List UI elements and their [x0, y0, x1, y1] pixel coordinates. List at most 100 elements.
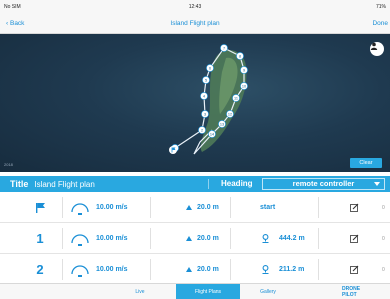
- row-divider: [318, 228, 319, 249]
- mountain-icon: [186, 205, 192, 210]
- row-divider: [62, 259, 63, 280]
- tab-live[interactable]: Live: [100, 284, 180, 299]
- map-waypoint-label: 4: [203, 94, 205, 98]
- speed-gauge-icon: [71, 234, 89, 246]
- waypoint-row-1[interactable]: 1 10.00 m/s 20.0 m 444.2 m 0: [0, 223, 390, 254]
- distance-value: start: [260, 204, 276, 211]
- map-waypoint-marker[interactable]: 5: [202, 76, 210, 84]
- map-waypoint-label: 11: [234, 96, 238, 100]
- row-divider: [230, 259, 231, 280]
- altitude-value: 20.0 m: [197, 235, 219, 242]
- row-divider: [230, 228, 231, 249]
- heading-value: remote controller: [292, 179, 355, 188]
- row-divider: [150, 228, 151, 249]
- waypoint-row-start[interactable]: 10.00 m/s 20.0 m start 0: [0, 192, 390, 223]
- map-waypoint-label: 10: [242, 84, 246, 88]
- altitude-value: 20.0 m: [197, 204, 219, 211]
- row-divider: [62, 197, 63, 218]
- row-divider: [150, 197, 151, 218]
- altitude-cell[interactable]: 20.0 m: [186, 254, 219, 285]
- row-divider: [230, 197, 231, 218]
- map-waypoint-marker[interactable]: 14: [208, 130, 216, 138]
- map-waypoint-label: 5: [205, 78, 207, 82]
- waypoint-number: 2: [36, 262, 44, 277]
- location-pin-icon: [262, 234, 269, 243]
- map-waypoint-marker[interactable]: 2: [198, 126, 206, 134]
- map-start-flag[interactable]: [169, 146, 177, 154]
- distance-cell: 211.2 m: [262, 254, 304, 285]
- title-input[interactable]: Island Flight plan: [34, 180, 94, 189]
- chevron-down-icon: [374, 182, 380, 186]
- map-credit: 2018: [4, 162, 13, 167]
- speed-gauge-icon: [71, 265, 89, 277]
- distance-value: 211.2 m: [279, 266, 305, 273]
- map-waypoint-marker[interactable]: 11: [232, 94, 240, 102]
- row-divider: [318, 197, 319, 218]
- heading-select[interactable]: remote controller: [262, 178, 385, 190]
- map-waypoint-marker[interactable]: 8: [236, 52, 244, 60]
- map-waypoint-marker[interactable]: 3: [201, 110, 209, 118]
- done-button[interactable]: Done: [372, 20, 388, 27]
- page-title: Island Flight plan: [170, 20, 220, 27]
- map-waypoint-marker[interactable]: 10: [240, 82, 248, 90]
- row-extra: 0: [382, 235, 385, 242]
- speed-gauge-icon: [71, 203, 89, 215]
- nav-bar: ‹ Back Island Flight plan Done: [0, 14, 390, 34]
- tab-flight-plans[interactable]: Flight Plans: [176, 284, 240, 299]
- row-divider: [62, 228, 63, 249]
- edit-button[interactable]: [350, 223, 360, 254]
- user-location-button[interactable]: [370, 42, 384, 56]
- map-waypoint-label: 9: [243, 68, 245, 72]
- row-divider: [318, 259, 319, 280]
- heading-label: Heading: [221, 179, 253, 188]
- map-waypoint-label: 14: [210, 132, 214, 136]
- row-divider: [150, 259, 151, 280]
- map-waypoint-label: 8: [239, 54, 241, 58]
- speed-value[interactable]: 10.00 m/s: [96, 254, 128, 285]
- edit-icon: [350, 203, 359, 212]
- brand-logo: DRONE PILOT: [342, 286, 360, 298]
- distance-value: 444.2 m: [279, 235, 305, 242]
- flag-icon: [35, 203, 45, 213]
- map-view[interactable]: 1234567891011121314 Clear 2018: [0, 34, 390, 172]
- header-divider: [208, 179, 209, 189]
- map-waypoint-marker[interactable]: 4: [200, 92, 208, 100]
- waypoint-markers: 1234567891011121314: [169, 44, 248, 154]
- mountain-icon: [186, 236, 192, 241]
- clock: 12:43: [188, 4, 202, 10]
- map-waypoint-label: 7: [223, 46, 225, 50]
- altitude-value: 20.0 m: [197, 266, 219, 273]
- location-pin-icon: [262, 265, 269, 274]
- altitude-cell[interactable]: 20.0 m: [186, 223, 219, 254]
- altitude-cell[interactable]: 20.0 m: [186, 192, 219, 223]
- status-bar: No SIM 12:43 71%: [0, 0, 390, 14]
- map-waypoint-marker[interactable]: 12: [226, 110, 234, 118]
- waypoint-row-2[interactable]: 2 10.00 m/s 20.0 m 211.2 m 0: [0, 254, 390, 285]
- map-waypoint-label: 2: [201, 128, 203, 132]
- map-waypoint-marker[interactable]: 7: [220, 44, 228, 52]
- map-waypoint-label: 13: [220, 122, 224, 126]
- edit-icon: [350, 234, 359, 243]
- clear-button[interactable]: Clear: [350, 158, 382, 168]
- edit-button[interactable]: [350, 192, 360, 223]
- map-waypoint-marker[interactable]: 9: [240, 66, 248, 74]
- map-waypoint-marker[interactable]: 6: [206, 64, 214, 72]
- brand-line-2: PILOT: [342, 292, 357, 298]
- person-icon: [370, 42, 378, 50]
- map-waypoint-marker[interactable]: 13: [218, 120, 226, 128]
- row-extra: 0: [382, 266, 385, 273]
- start-flag: [30, 192, 50, 223]
- tab-gallery[interactable]: Gallery: [240, 284, 296, 299]
- map-waypoint-label: 6: [209, 66, 211, 70]
- edit-button[interactable]: [350, 254, 360, 285]
- row-extra: 0: [382, 204, 385, 211]
- mountain-icon: [186, 267, 192, 272]
- speed-value[interactable]: 10.00 m/s: [96, 192, 128, 223]
- tab-bar: Live Flight Plans Gallery DRONE PILOT: [0, 283, 390, 299]
- map-waypoint-label: 3: [204, 112, 206, 116]
- speed-value[interactable]: 10.00 m/s: [96, 223, 128, 254]
- title-label: Title: [10, 179, 29, 189]
- waypoint-number: 1: [36, 231, 44, 246]
- distance-cell: 444.2 m: [262, 223, 305, 254]
- waypoint-list: 10.00 m/s 20.0 m start 0 1 10.00 m/s 20.…: [0, 192, 390, 285]
